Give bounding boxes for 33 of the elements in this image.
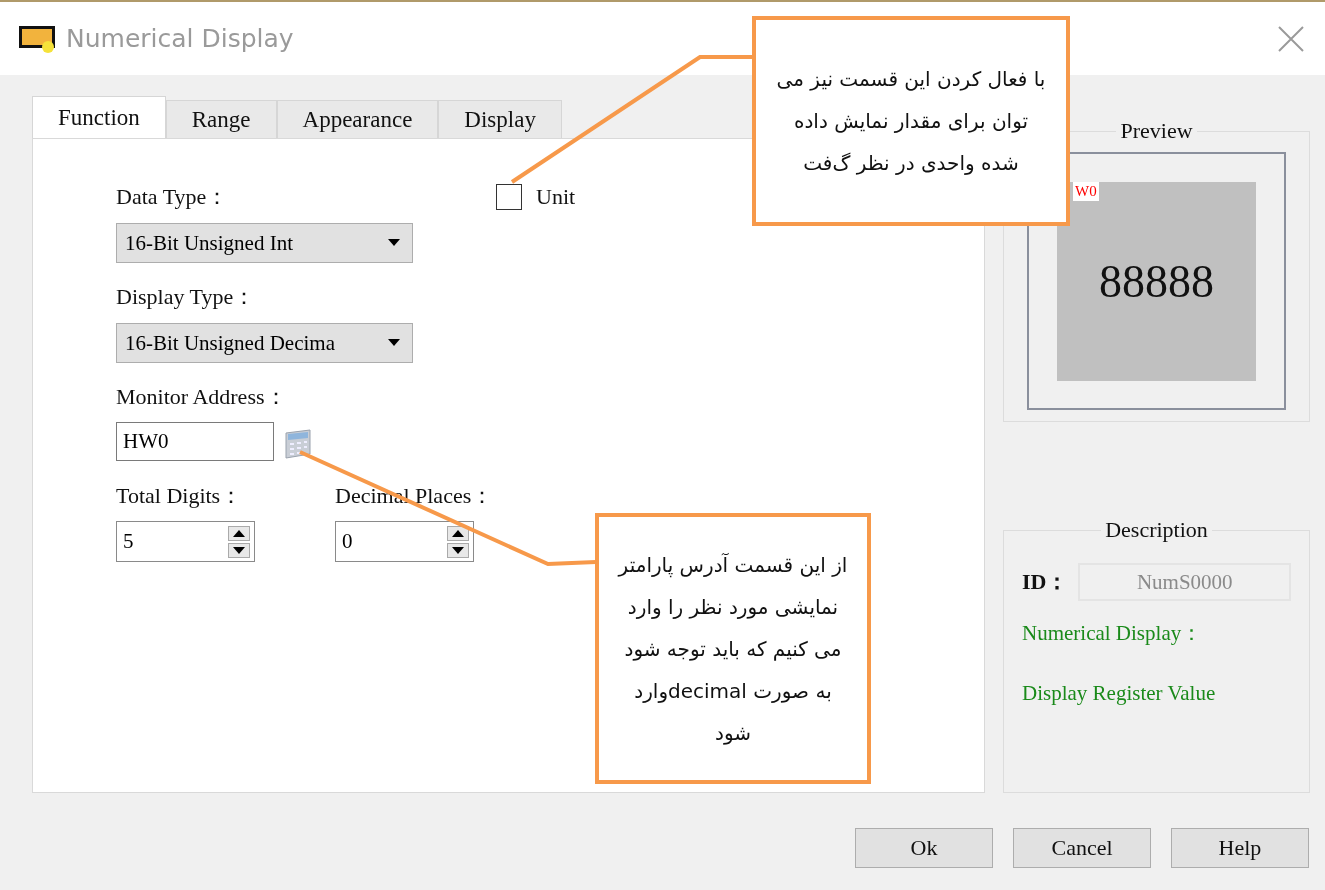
spin-field[interactable]: 5 [116,521,255,562]
dialog-button[interactable]: Ok [855,828,993,868]
caret-icon [388,339,400,347]
callout: از این قسمت آدرس پارامتر نمایشی مورد نظر را وارد می کنیم که باید توجه شود به صورت decimalوارد شود [595,513,871,784]
description-title: Numerical Display： [1022,620,1204,647]
checkbox-label: Unit [536,184,576,210]
dialog-button[interactable]: Cancel [1013,828,1151,868]
checkbox[interactable] [496,184,522,210]
preview-value: 88888 [1099,254,1214,308]
callout: با فعال کردن این قسمت نیز می توان برای مقدار نمایش داده شده واحدی در نظر گ‌فت [752,16,1070,226]
spin-field[interactable]: 0 [335,521,474,562]
app-icon [18,23,58,54]
field-label: Data Type： [116,184,229,210]
address-field[interactable]: HW0 [116,422,274,461]
description-text: Display Register Value [1022,681,1217,706]
tab[interactable]: Appearance [276,100,439,138]
tab[interactable]: Function [32,96,166,138]
dialog-button[interactable]: Help [1171,828,1309,868]
group-title: Preview [1119,118,1194,144]
field-label: Total Digits： [116,483,243,509]
caret-icon [388,239,400,247]
field-label: Display Type： [116,284,256,310]
id-label: ID： [1022,568,1069,596]
group-title: Description [1104,517,1209,543]
tab[interactable]: Range [165,100,277,138]
field-label: Monitor Address： [116,384,287,410]
address-tag: W0 [1073,181,1099,201]
window-title: Numerical Display [66,24,294,53]
tab[interactable]: Display [438,100,562,138]
close-icon[interactable] [1277,24,1305,53]
dropdown[interactable]: 16-Bit Unsigned Decima [116,323,413,363]
dropdown[interactable]: 16-Bit Unsigned Int [116,223,413,263]
id-field: NumS0000 [1078,563,1291,601]
